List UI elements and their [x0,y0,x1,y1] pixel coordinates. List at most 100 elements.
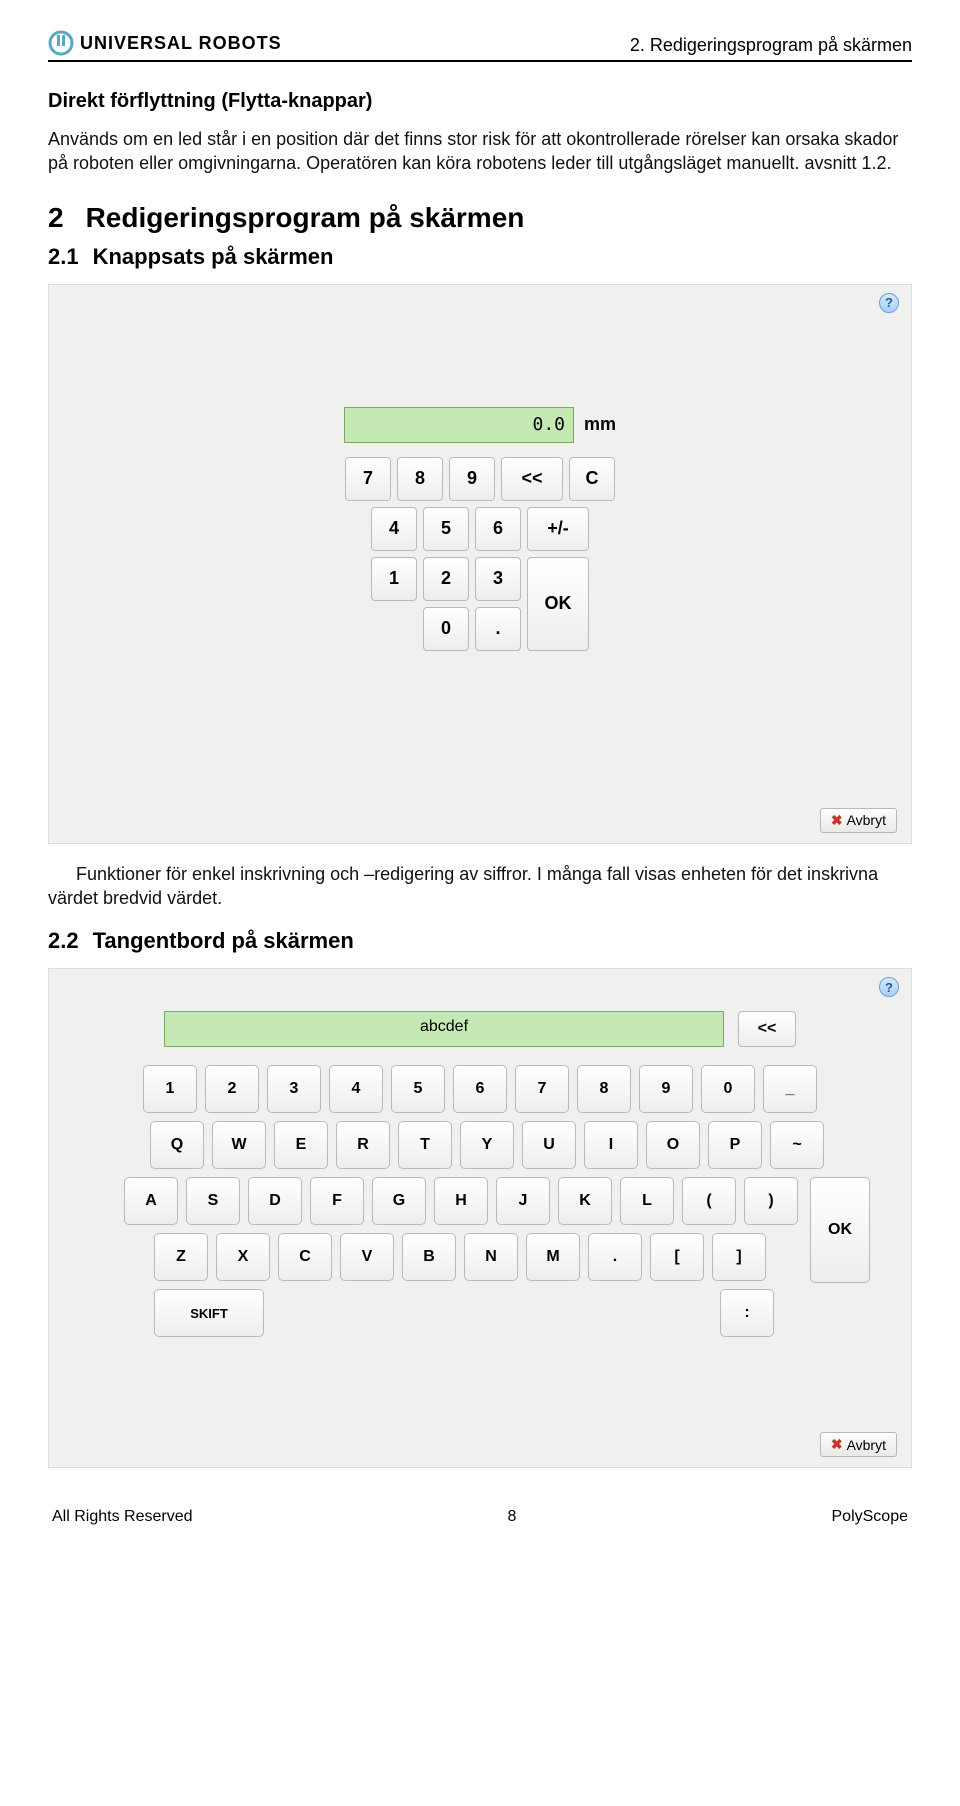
key-2[interactable]: 2 [423,557,469,601]
key-paren-open[interactable]: ( [682,1177,736,1225]
key-k[interactable]: K [558,1177,612,1225]
key-x[interactable]: X [216,1233,270,1281]
key-w[interactable]: W [212,1121,266,1169]
cancel-button[interactable]: ✖ Avbryt [820,1432,897,1457]
key-v[interactable]: V [340,1233,394,1281]
h3-keypad: 2.1 Knappsats på skärmen [48,244,912,270]
key-plusminus[interactable]: +/- [527,507,589,551]
key-y[interactable]: Y [460,1121,514,1169]
key-9[interactable]: 9 [639,1065,693,1113]
cancel-label: Avbryt [847,1437,886,1453]
key-tilde[interactable]: ~ [770,1121,824,1169]
key-7[interactable]: 7 [345,457,391,501]
numpad-screenshot: ? 0.0 mm 7 8 9 << C 4 5 6 +/- [48,284,912,844]
key-5[interactable]: 5 [423,507,469,551]
move-section-body: Används om en led står i en position där… [48,127,912,176]
key-p[interactable]: P [708,1121,762,1169]
key-i[interactable]: I [584,1121,638,1169]
key-h[interactable]: H [434,1177,488,1225]
keyboard-screenshot: ? abcdef << 1 2 3 4 5 6 7 8 9 [48,968,912,1468]
page-footer: All Rights Reserved 8 PolyScope [48,1508,912,1526]
cancel-label: Avbryt [847,812,886,828]
key-4[interactable]: 4 [371,507,417,551]
key-8[interactable]: 8 [397,457,443,501]
footer-left: All Rights Reserved [52,1508,193,1526]
h2-editing: 2 Redigeringsprogram på skärmen [48,202,912,234]
key-t[interactable]: T [398,1121,452,1169]
key-m[interactable]: M [526,1233,580,1281]
h3b-text: Tangentbord på skärmen [93,928,354,954]
key-r[interactable]: R [336,1121,390,1169]
key-period[interactable]: . [588,1233,642,1281]
key-0[interactable]: 0 [701,1065,755,1113]
ur-logo-icon [48,30,74,56]
close-icon: ✖ [831,812,843,829]
header-chapter: 2. Redigeringsprogram på skärmen [630,35,912,56]
key-7[interactable]: 7 [515,1065,569,1113]
key-6[interactable]: 6 [475,507,521,551]
key-clear[interactable]: C [569,457,615,501]
brand-text: UNIVERSAL ROBOTS [80,33,282,54]
key-3[interactable]: 3 [267,1065,321,1113]
numpad-display[interactable]: 0.0 [344,407,574,443]
key-f[interactable]: F [310,1177,364,1225]
key-n[interactable]: N [464,1233,518,1281]
kb-row-z: Z X C V B N M . [ ] [154,1233,798,1281]
key-c[interactable]: C [278,1233,332,1281]
h2-text: Redigeringsprogram på skärmen [86,202,525,234]
key-0[interactable]: 0 [423,607,469,651]
kb-row-a: A S D F G H J K L ( ) [124,1177,798,1225]
key-e[interactable]: E [274,1121,328,1169]
help-icon[interactable]: ? [879,293,899,313]
key-g[interactable]: G [372,1177,426,1225]
key-q[interactable]: Q [150,1121,204,1169]
move-section-title: Direkt förflyttning (Flytta-knappar) [48,90,912,113]
kb-row-numbers: 1 2 3 4 5 6 7 8 9 0 _ [143,1065,817,1113]
h3-keyboard: 2.2 Tangentbord på skärmen [48,928,912,954]
key-l[interactable]: L [620,1177,674,1225]
footer-page: 8 [193,1508,832,1526]
h3a-text: Knappsats på skärmen [93,244,334,270]
numpad-panel: 0.0 mm 7 8 9 << C 4 5 6 +/- 1 2 [344,407,616,651]
key-underscore[interactable]: _ [763,1065,817,1113]
keyboard-input[interactable]: abcdef [164,1011,724,1047]
key-b[interactable]: B [402,1233,456,1281]
key-paren-close[interactable]: ) [744,1177,798,1225]
key-4[interactable]: 4 [329,1065,383,1113]
key-s[interactable]: S [186,1177,240,1225]
help-icon[interactable]: ? [879,977,899,997]
key-1[interactable]: 1 [143,1065,197,1113]
close-icon: ✖ [831,1436,843,1453]
key-z[interactable]: Z [154,1233,208,1281]
h2-number: 2 [48,202,64,234]
key-5[interactable]: 5 [391,1065,445,1113]
key-dot[interactable]: . [475,607,521,651]
key-bracket-close[interactable]: ] [712,1233,766,1281]
key-9[interactable]: 9 [449,457,495,501]
numpad-unit: mm [584,414,616,435]
key-2[interactable]: 2 [205,1065,259,1113]
page-header: UNIVERSAL ROBOTS 2. Redigeringsprogram p… [48,30,912,62]
key-colon[interactable]: : [720,1289,774,1337]
key-u[interactable]: U [522,1121,576,1169]
cancel-button[interactable]: ✖ Avbryt [820,808,897,833]
key-bracket-open[interactable]: [ [650,1233,704,1281]
key-1[interactable]: 1 [371,557,417,601]
key-d[interactable]: D [248,1177,302,1225]
kb-row-q: Q W E R T Y U I O P ~ [150,1121,824,1169]
h3b-number: 2.2 [48,928,79,954]
key-3[interactable]: 3 [475,557,521,601]
key-ok[interactable]: OK [527,557,589,651]
key-6[interactable]: 6 [453,1065,507,1113]
brand-logo: UNIVERSAL ROBOTS [48,30,282,56]
footer-right: PolyScope [832,1508,909,1526]
numpad-caption: Funktioner för enkel inskrivning och –re… [48,862,912,911]
keyboard-ok[interactable]: OK [810,1177,870,1283]
key-shift[interactable]: SKIFT [154,1289,264,1337]
key-o[interactable]: O [646,1121,700,1169]
key-j[interactable]: J [496,1177,550,1225]
key-backspace[interactable]: << [501,457,563,501]
key-a[interactable]: A [124,1177,178,1225]
keyboard-backspace[interactable]: << [738,1011,796,1047]
key-8[interactable]: 8 [577,1065,631,1113]
